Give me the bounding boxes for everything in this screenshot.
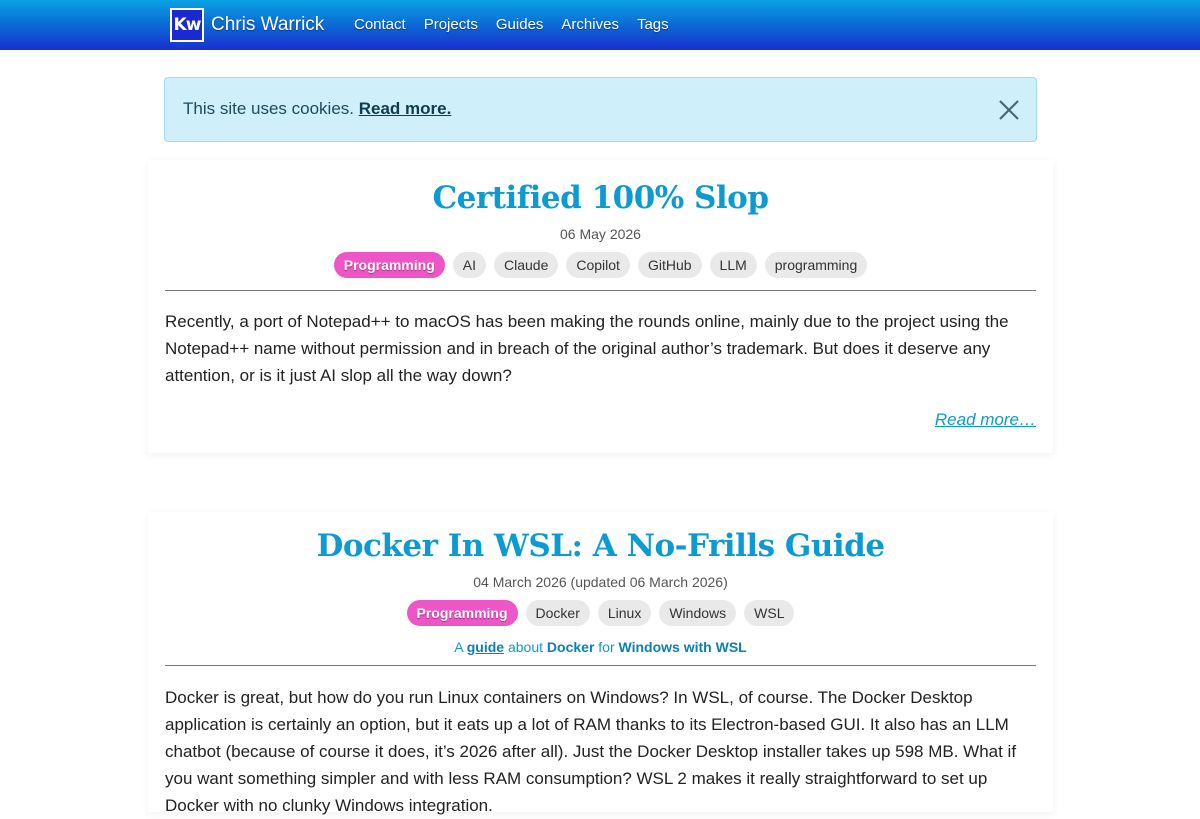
read-more-link[interactable]: Read more… [935, 410, 1036, 430]
nav-link-tags[interactable]: Tags [637, 14, 669, 36]
cookie-text: This site uses cookies. [183, 99, 355, 118]
guide-info: A guide about Docker for Windows with WS… [148, 639, 1053, 655]
nav-link-guides[interactable]: Guides [496, 14, 544, 36]
tag-programming[interactable]: programming [764, 252, 868, 278]
tag-github[interactable]: GitHub [637, 252, 702, 278]
post-date: 04 March 2026 (updated 06 March 2026) [473, 574, 728, 590]
tag-programming-category[interactable]: Programming [333, 252, 445, 278]
cookie-banner: This site uses cookies. Read more. [164, 77, 1037, 142]
post-divider [165, 665, 1036, 666]
guide-link[interactable]: guide [467, 639, 504, 655]
site-name: Chris Warrick [211, 14, 325, 35]
nav-links: Contact Projects Guides Archives Tags [354, 14, 687, 36]
guide-prefix: A [454, 639, 463, 655]
guide-platform: Windows with WSL [618, 639, 747, 655]
top-navbar: Kw Chris Warrick Contact Projects Guides… [0, 0, 1200, 50]
tag-docker[interactable]: Docker [525, 600, 590, 626]
tag-windows[interactable]: Windows [659, 600, 737, 626]
site-logo: Kw [170, 8, 204, 42]
brand-link[interactable]: Kw Chris Warrick [170, 7, 324, 43]
cookie-message: This site uses cookies. Read more. [183, 99, 451, 119]
post-excerpt: Docker is great, but how do you run Linu… [165, 688, 1017, 815]
tag-programming-category[interactable]: Programming [406, 600, 518, 626]
guide-topic: Docker [546, 639, 595, 655]
post-tags: Programming AI Claude Copilot GitHub LLM… [148, 252, 1053, 278]
tag-llm[interactable]: LLM [709, 252, 757, 278]
guide-for: for [598, 639, 615, 655]
post-title[interactable]: Certified 100% Slop [148, 180, 1053, 216]
nav-link-archives[interactable]: Archives [561, 14, 619, 36]
guide-about: about [507, 639, 544, 655]
post-tags: Programming Docker Linux Windows WSL [148, 600, 1053, 626]
post-title[interactable]: Docker In WSL: A No-Frills Guide [148, 528, 1053, 564]
tag-linux[interactable]: Linux [597, 600, 652, 626]
tag-claude[interactable]: Claude [493, 252, 559, 278]
nav-link-projects[interactable]: Projects [424, 14, 478, 36]
tag-ai[interactable]: AI [452, 252, 486, 278]
post-divider [165, 290, 1036, 291]
close-icon[interactable] [998, 99, 1020, 121]
post-excerpt: Recently, a port of Notepad++ to macOS h… [165, 312, 1009, 385]
cookie-read-more-link[interactable]: Read more. [359, 99, 452, 118]
tag-wsl[interactable]: WSL [744, 600, 795, 626]
post-card: Docker In WSL: A No-Frills Guide 04 Marc… [148, 512, 1053, 815]
post-date: 06 May 2026 [560, 226, 641, 242]
post-card: Certified 100% Slop 06 May 2026 Programm… [148, 160, 1053, 453]
tag-copilot[interactable]: Copilot [566, 252, 630, 278]
nav-link-contact[interactable]: Contact [354, 14, 406, 36]
